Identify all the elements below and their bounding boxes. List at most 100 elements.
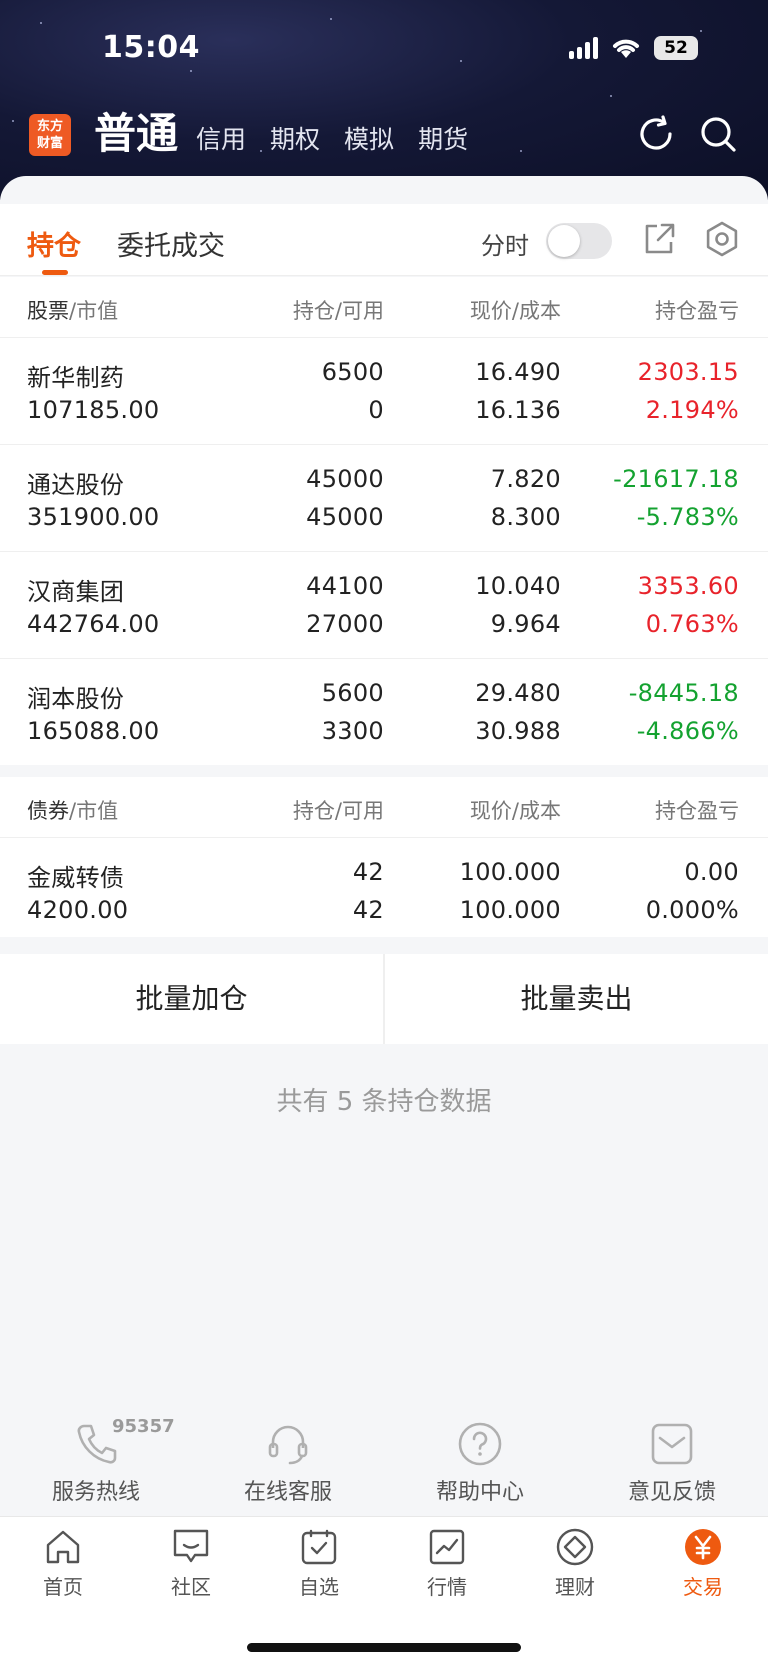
tab-community[interactable]: 社区 <box>146 1527 236 1600</box>
status-time: 15:04 <box>102 30 200 65</box>
pnl-percent: 0.000% <box>645 896 739 924</box>
service-online-support[interactable]: 在线客服 <box>208 1420 368 1506</box>
holdings-card: 持仓 委托成交 分时 股票/市值 持仓/可用 现价/成本 持仓盈亏 新华制药 1… <box>0 176 768 1516</box>
available: 0 <box>368 396 384 424</box>
headset-icon <box>268 1425 308 1465</box>
share-export-icon[interactable] <box>640 220 678 258</box>
bottom-tab-bar: 首页 社区 自选 行情 理财 交易 <box>0 1516 768 1665</box>
wifi-icon <box>613 39 639 58</box>
market-value: 165088.00 <box>27 717 160 745</box>
holdings-tabbar: 持仓 委托成交 分时 <box>0 204 768 276</box>
help-question-icon <box>458 1422 502 1466</box>
batch-add-button[interactable]: 批量加仓 <box>0 954 383 1044</box>
market-value: 351900.00 <box>27 503 160 531</box>
position: 42 <box>352 858 384 886</box>
hotline-number: 95357 <box>112 1416 175 1437</box>
tab-wealth[interactable]: 理财 <box>530 1527 620 1600</box>
cost-price: 16.136 <box>475 396 561 424</box>
tab-credit[interactable]: 信用 <box>196 120 246 160</box>
tab-simulation[interactable]: 模拟 <box>344 120 394 160</box>
header-bond: 债券/市值 <box>27 799 119 823</box>
service-bar: 95357 服务热线 在线客服 帮助中心 意见反馈 <box>0 1416 768 1516</box>
header-position-available: 持仓/可用 <box>292 799 384 823</box>
current-price: 16.490 <box>475 358 561 386</box>
bond-holdings-table: 债券/市值 持仓/可用 现价/成本 持仓盈亏 金威转债 4200.00 42 4… <box>0 777 768 937</box>
header-pnl: 持仓盈亏 <box>655 299 739 323</box>
search-icon[interactable] <box>698 114 738 154</box>
header-stock: 股票/市值 <box>27 299 119 323</box>
pnl-amount: 2303.15 <box>637 358 739 386</box>
table-row[interactable]: 汉商集团 442764.00 44100 27000 10.040 9.964 … <box>0 551 768 658</box>
batch-action-bar: 批量加仓 批量卖出 <box>0 954 768 1044</box>
tab-normal[interactable]: 普通 <box>94 108 178 160</box>
yen-coin-icon <box>685 1529 721 1565</box>
pnl-percent: -4.866% <box>636 717 739 745</box>
current-price: 10.040 <box>475 572 561 600</box>
timeshare-label: 分时 <box>481 232 529 260</box>
cost-price: 30.988 <box>475 717 561 745</box>
table-row[interactable]: 金威转债 4200.00 42 42 100.000 100.000 0.00 … <box>0 837 768 937</box>
tab-label: 首页 <box>43 1575 83 1599</box>
table-row[interactable]: 润本股份 165088.00 5600 3300 29.480 30.988 -… <box>0 658 768 765</box>
service-feedback[interactable]: 意见反馈 <box>592 1420 752 1506</box>
cost-price: 9.964 <box>490 610 561 638</box>
tab-watchlist[interactable]: 自选 <box>274 1527 364 1600</box>
service-help-center[interactable]: 帮助中心 <box>400 1420 560 1506</box>
tab-home[interactable]: 首页 <box>18 1527 108 1600</box>
pnl-percent: 2.194% <box>645 396 739 424</box>
chat-bubble-icon <box>173 1529 209 1563</box>
background-star <box>190 70 192 72</box>
bond-table-header: 债券/市值 持仓/可用 现价/成本 持仓盈亏 <box>0 777 768 837</box>
pnl-amount: 0.00 <box>684 858 739 886</box>
account-type-tabs: 普通 信用 期权 模拟 期货 <box>94 108 492 160</box>
background-star <box>12 120 14 122</box>
table-row[interactable]: 新华制药 107185.00 6500 0 16.490 16.136 2303… <box>0 337 768 444</box>
batch-sell-button[interactable]: 批量卖出 <box>385 954 768 1044</box>
diamond-icon <box>556 1528 594 1566</box>
settings-gear-icon[interactable] <box>703 220 741 258</box>
stock-name: 润本股份 <box>27 685 125 713</box>
header-price-cost: 现价/成本 <box>469 299 561 323</box>
cellular-signal-icon <box>569 37 598 59</box>
service-hotline[interactable]: 95357 服务热线 <box>16 1416 176 1506</box>
position: 6500 <box>321 358 384 386</box>
available: 3300 <box>321 717 384 745</box>
pnl-amount: -21617.18 <box>613 465 739 493</box>
position: 45000 <box>306 465 384 493</box>
header-position-available: 持仓/可用 <box>292 299 384 323</box>
header-pnl: 持仓盈亏 <box>655 799 739 823</box>
tab-label: 社区 <box>171 1575 211 1599</box>
active-tab-indicator <box>42 270 68 275</box>
position: 44100 <box>306 572 384 600</box>
market-value: 442764.00 <box>27 610 160 638</box>
background-star <box>460 60 462 62</box>
feedback-mail-icon <box>651 1423 693 1465</box>
service-label: 服务热线 <box>51 1480 140 1505</box>
service-label: 帮助中心 <box>435 1480 524 1505</box>
background-star <box>520 150 522 152</box>
background-star <box>700 30 702 32</box>
pnl-percent: 0.763% <box>645 610 739 638</box>
market-value: 107185.00 <box>27 396 160 424</box>
tab-market[interactable]: 行情 <box>402 1527 492 1600</box>
available: 27000 <box>306 610 384 638</box>
pnl-percent: -5.783% <box>636 503 739 531</box>
battery-indicator: 52 <box>654 36 698 60</box>
tab-label: 理财 <box>555 1575 595 1599</box>
tab-holdings[interactable]: 持仓 <box>27 224 81 263</box>
tab-trade[interactable]: 交易 <box>658 1527 748 1600</box>
timeshare-toggle[interactable] <box>546 223 612 259</box>
tab-label: 行情 <box>427 1575 467 1599</box>
table-row[interactable]: 通达股份 351900.00 45000 45000 7.820 8.300 -… <box>0 444 768 551</box>
refresh-icon[interactable] <box>636 114 676 154</box>
current-price: 29.480 <box>475 679 561 707</box>
market-value: 4200.00 <box>27 896 129 924</box>
home-indicator <box>247 1643 521 1652</box>
tab-futures[interactable]: 期货 <box>418 120 468 160</box>
stock-name: 汉商集团 <box>27 578 125 606</box>
available: 45000 <box>306 503 384 531</box>
stock-name: 新华制药 <box>27 364 125 392</box>
current-price: 100.000 <box>459 858 561 886</box>
tab-options[interactable]: 期权 <box>270 120 320 160</box>
tab-orders-trades[interactable]: 委托成交 <box>117 224 225 263</box>
